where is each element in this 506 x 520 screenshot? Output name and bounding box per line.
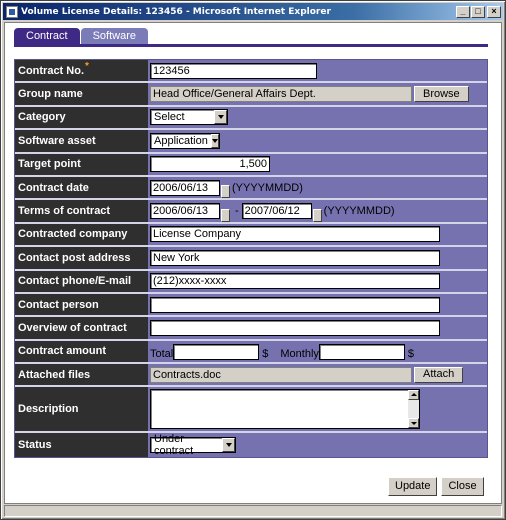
attach-button[interactable]: Attach [414,366,464,383]
attached-label: Attached files [15,364,148,386]
group-name-label: Group name [15,83,148,105]
overview-label: Overview of contract [15,317,148,339]
title-bar[interactable]: Volume License Details: 123456 - Microso… [3,3,503,20]
amount-label: Contract amount [15,340,148,363]
page-content: Contract Software Contract No.* Group na… [4,22,502,504]
contract-no-input[interactable] [150,62,317,79]
company-input[interactable] [150,226,440,243]
browser-window: Volume License Details: 123456 - Microso… [0,0,506,520]
contract-no-label: Contract No. * [15,60,148,82]
software-asset-select[interactable]: Application [150,132,220,149]
maximize-button[interactable]: □ [471,5,485,18]
row-post-address: Contact post address [15,247,487,271]
contract-date-input[interactable] [150,179,220,196]
software-asset-label: Software asset [15,130,148,152]
close-button[interactable]: Close [441,477,484,496]
overview-input[interactable] [150,319,440,336]
chevron-down-icon[interactable] [210,133,219,148]
row-software-asset: Software asset Application [15,130,487,154]
row-attached: Attached files Attach [15,364,487,388]
terms-to-input[interactable] [241,203,312,220]
tab-underline [14,44,488,47]
attached-file-field [150,366,412,383]
post-address-label: Contact post address [15,247,148,269]
row-contract-no: Contract No. * [15,60,487,84]
contract-form: Contract No.* Group name Browse Category… [14,59,488,458]
calendar-picker-icon[interactable] [221,185,230,199]
description-scrollbar[interactable] [408,390,419,429]
phone-email-input[interactable] [150,273,440,290]
terms-from-input[interactable] [150,203,220,220]
status-label: Status [15,433,148,457]
scroll-down-icon[interactable] [408,418,419,429]
close-window-button[interactable]: × [487,5,501,18]
ie-app-icon [6,5,18,18]
row-status: Status Under contract [15,433,487,457]
status-bar [4,505,502,517]
currency-label: $ [407,348,415,361]
row-category: Category Select [15,106,487,131]
update-button[interactable]: Update [388,477,438,496]
row-contact-person: Contact person [15,293,487,318]
group-name-field [150,86,412,103]
category-select[interactable]: Select [150,109,228,126]
status-select[interactable]: Under contract [150,433,236,457]
monthly-label: Monthly [280,348,319,361]
row-overview: Overview of contract [15,317,487,341]
contact-person-label: Contact person [15,293,148,316]
row-contract-date: Contract date (YYYYMMDD) [15,176,487,201]
required-mark: * [85,61,89,73]
tab-contract[interactable]: Contract [14,28,80,44]
description-box [150,389,420,430]
terms-label: Terms of contract [15,200,148,222]
chevron-down-icon[interactable] [222,438,235,453]
monthly-amount-input[interactable] [318,344,405,361]
phone-email-label: Contact phone/E-mail [15,270,148,292]
browse-button[interactable]: Browse [414,86,469,103]
currency-label: $ [262,348,269,361]
target-point-label: Target point [15,153,148,175]
minimize-button[interactable]: _ [456,5,470,18]
date-format-hint: (YYYYMMDD) [232,181,303,194]
row-company: Contracted company [15,223,487,248]
row-terms: Terms of contract - (YYYYMMDD) [15,200,487,224]
contract-date-label: Contract date [15,176,148,199]
tab-strip: Contract Software [14,28,149,44]
tab-software[interactable]: Software [80,28,148,44]
description-label: Description [15,387,148,432]
window-controls: _ □ × [455,5,501,18]
scroll-up-icon[interactable] [408,390,419,401]
calendar-picker-icon[interactable] [312,208,322,222]
total-label: Total [150,348,174,361]
row-target-point: Target point [15,153,487,177]
post-address-input[interactable] [150,249,440,266]
range-separator: - [235,205,239,218]
window-title: Volume License Details: 123456 - Microso… [21,6,331,17]
row-amount: Contract amount Total $ Monthly $ [15,340,487,365]
row-phone-email: Contact phone/E-mail [15,270,487,294]
target-point-input[interactable] [150,156,270,173]
total-amount-input[interactable] [173,344,260,361]
date-format-hint: (YYYYMMDD) [323,205,395,218]
contact-person-input[interactable] [150,296,440,313]
description-textarea[interactable] [150,389,420,430]
calendar-picker-icon[interactable] [221,208,230,222]
category-label: Category [15,106,148,129]
company-label: Contracted company [15,223,148,246]
chevron-down-icon[interactable] [214,110,227,125]
row-group-name: Group name Browse [15,83,487,107]
row-description: Description [15,387,487,434]
action-buttons: Update Close [388,477,484,496]
